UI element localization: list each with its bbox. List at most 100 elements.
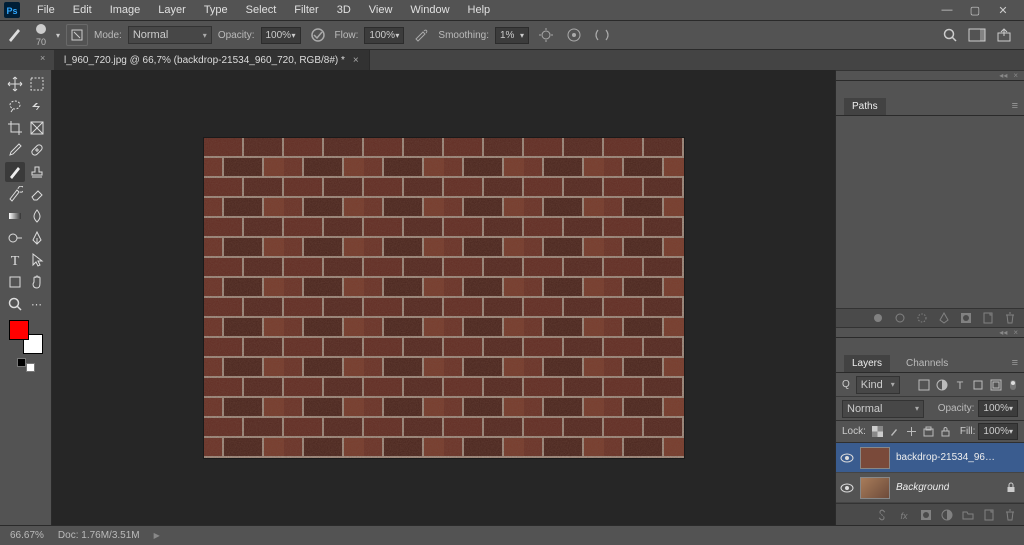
eyedropper-tool-icon[interactable] — [5, 140, 25, 160]
menu-edit[interactable]: Edit — [64, 2, 101, 18]
tab-channels[interactable]: Channels — [898, 355, 956, 372]
paths-body[interactable] — [836, 116, 1024, 308]
trash-path-icon[interactable] — [1004, 312, 1016, 324]
new-layer-icon[interactable] — [983, 509, 995, 521]
share-icon[interactable] — [996, 27, 1012, 43]
filter-toggle-icon[interactable] — [1008, 379, 1018, 391]
filter-smart-icon[interactable] — [990, 379, 1002, 391]
blend-mode-select[interactable]: Normal▾ — [842, 400, 924, 418]
visibility-icon[interactable] — [840, 483, 854, 493]
brush-preview-icon[interactable] — [32, 23, 50, 37]
smoothing-input[interactable]: 1%▾ — [495, 27, 529, 44]
history-brush-tool-icon[interactable] — [5, 184, 25, 204]
tool-preset-icon[interactable] — [6, 25, 26, 45]
dodge-tool-icon[interactable] — [5, 228, 25, 248]
crop-tool-icon[interactable] — [5, 118, 25, 138]
pressure-size-icon[interactable] — [563, 24, 585, 46]
make-path-icon[interactable] — [938, 312, 950, 324]
panel-menu-icon[interactable]: ≡ — [1012, 100, 1018, 112]
menu-image[interactable]: Image — [101, 2, 150, 18]
layer-thumbnail[interactable] — [860, 447, 890, 469]
pressure-opacity-icon[interactable] — [307, 24, 329, 46]
trash-layer-icon[interactable] — [1004, 509, 1016, 521]
layers-collapse-bar[interactable]: ◂◂× — [836, 327, 1024, 338]
path-select-tool-icon[interactable] — [27, 250, 47, 270]
link-layers-icon[interactable] — [876, 509, 888, 521]
hand-tool-icon[interactable] — [27, 272, 47, 292]
adjustment-icon[interactable] — [941, 509, 953, 521]
more-tools-icon[interactable]: ⋯ — [27, 294, 47, 314]
close-button[interactable]: ✕ — [996, 4, 1010, 17]
lasso-tool-icon[interactable] — [5, 96, 25, 116]
layer-opacity-input[interactable]: 100%▾ — [978, 400, 1018, 417]
mask-icon[interactable] — [920, 509, 932, 521]
layer-list[interactable]: backdrop-21534_960_720 Background — [836, 443, 1024, 503]
flow-input[interactable]: 100%▾ — [364, 27, 404, 44]
close-tab-icon[interactable]: × — [353, 55, 359, 66]
menu-help[interactable]: Help — [459, 2, 500, 18]
quick-select-tool-icon[interactable] — [27, 96, 47, 116]
menu-select[interactable]: Select — [237, 2, 286, 18]
menu-file[interactable]: File — [28, 2, 64, 18]
shape-tool-icon[interactable] — [5, 272, 25, 292]
color-swatches[interactable] — [9, 320, 43, 354]
smoothing-options-icon[interactable] — [535, 24, 557, 46]
layer-row[interactable]: backdrop-21534_960_720 — [836, 443, 1024, 473]
type-tool-icon[interactable]: T — [5, 250, 25, 270]
layer-row[interactable]: Background — [836, 473, 1024, 503]
maximize-button[interactable]: ▢ — [968, 4, 982, 17]
menu-layer[interactable]: Layer — [149, 2, 195, 18]
marquee-tool-icon[interactable] — [27, 74, 47, 94]
group-icon[interactable] — [962, 509, 974, 521]
zoom-value[interactable]: 66.67% — [10, 530, 44, 541]
lock-nest-icon[interactable] — [923, 426, 934, 437]
canvas-area[interactable] — [52, 70, 835, 525]
filter-shape-icon[interactable] — [972, 379, 984, 391]
doc-info[interactable]: Doc: 1.76M/3.51M — [58, 530, 140, 541]
visibility-icon[interactable] — [840, 453, 854, 463]
search-icon[interactable] — [942, 27, 958, 43]
filter-pixel-icon[interactable] — [918, 379, 930, 391]
layer-thumbnail[interactable] — [860, 477, 890, 499]
fx-icon[interactable]: fx — [897, 509, 911, 521]
symmetry-icon[interactable] — [591, 24, 613, 46]
filter-kind-select[interactable]: Kind▾ — [856, 376, 900, 394]
airbrush-icon[interactable] — [410, 24, 432, 46]
panel-collapse-bar[interactable]: ◂◂× — [836, 70, 1024, 81]
pen-tool-icon[interactable] — [27, 228, 47, 248]
eraser-tool-icon[interactable] — [27, 184, 47, 204]
brush-panel-toggle-icon[interactable] — [66, 24, 88, 46]
mask-path-icon[interactable] — [960, 312, 972, 324]
lock-trans-icon[interactable] — [872, 426, 883, 437]
document-tab[interactable]: l_960_720.jpg @ 66,7% (backdrop-21534_96… — [54, 50, 370, 70]
tab-layers[interactable]: Layers — [844, 355, 890, 372]
menu-window[interactable]: Window — [401, 2, 458, 18]
stroke-path-icon[interactable] — [894, 312, 906, 324]
foreground-swatch[interactable] — [9, 320, 29, 340]
mode-select[interactable]: Normal▾ — [128, 26, 212, 44]
new-path-icon[interactable] — [982, 312, 994, 324]
layer-name[interactable]: backdrop-21534_960_720 — [896, 452, 1000, 463]
stamp-tool-icon[interactable] — [27, 162, 47, 182]
move-tool-icon[interactable] — [5, 74, 25, 94]
filter-adjust-icon[interactable] — [936, 379, 948, 391]
menu-view[interactable]: View — [360, 2, 402, 18]
lock-paint-icon[interactable] — [889, 426, 900, 437]
frame-tool-icon[interactable] — [27, 118, 47, 138]
workspace-icon[interactable] — [968, 27, 986, 43]
default-swatches-icon[interactable] — [17, 358, 35, 372]
blur-tool-icon[interactable] — [27, 206, 47, 226]
fill-path-icon[interactable] — [872, 312, 884, 324]
menu-filter[interactable]: Filter — [285, 2, 327, 18]
doc-info-arrow-icon[interactable]: ▶ — [154, 531, 160, 540]
lock-pos-icon[interactable] — [906, 426, 917, 437]
gradient-tool-icon[interactable] — [5, 206, 25, 226]
selection-path-icon[interactable] — [916, 312, 928, 324]
tab-paths[interactable]: Paths — [844, 98, 886, 115]
layers-menu-icon[interactable]: ≡ — [1012, 357, 1018, 369]
brush-dropdown-arrow-icon[interactable]: ▾ — [56, 31, 60, 40]
healing-tool-icon[interactable] — [27, 140, 47, 160]
zoom-tool-icon[interactable] — [5, 294, 25, 314]
menu-3d[interactable]: 3D — [328, 2, 360, 18]
opacity-input[interactable]: 100%▾ — [261, 27, 301, 44]
